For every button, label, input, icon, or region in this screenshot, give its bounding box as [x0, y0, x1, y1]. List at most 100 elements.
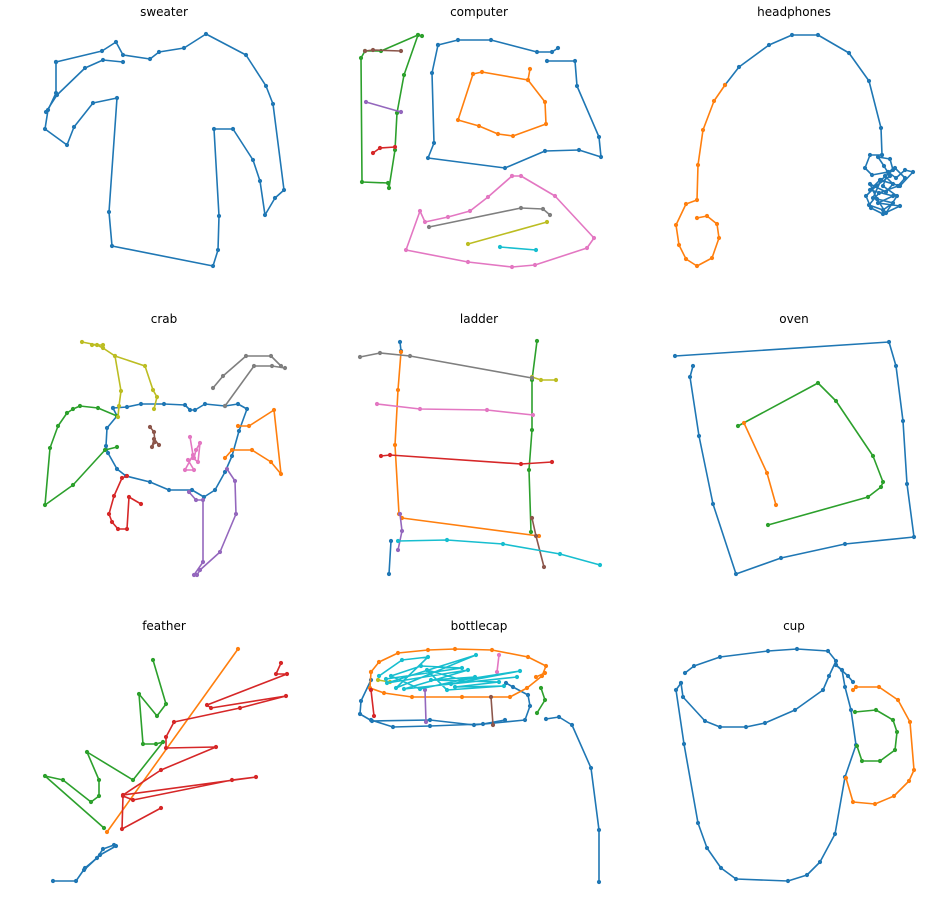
stroke-point	[886, 339, 892, 345]
stroke-point	[395, 547, 401, 553]
stroke-point	[407, 353, 413, 359]
stroke-point	[100, 342, 106, 348]
stroke-point	[465, 241, 471, 247]
stroke-point	[878, 177, 884, 183]
stroke-point	[882, 173, 888, 179]
stroke-point	[425, 647, 431, 653]
stroke-point	[193, 447, 199, 453]
stroke-line	[121, 662, 288, 830]
stroke-point	[680, 694, 686, 700]
stroke-point	[850, 687, 856, 693]
sketch-stroke	[435, 37, 561, 55]
stroke-point	[210, 385, 216, 391]
stroke-point	[233, 511, 239, 517]
stroke-point	[878, 484, 884, 490]
stroke-point	[283, 693, 289, 699]
stroke-point	[733, 571, 739, 577]
stroke-point	[794, 646, 800, 652]
stroke-line	[405, 175, 595, 268]
sketch-stroke	[182, 434, 203, 473]
stroke-point	[138, 401, 144, 407]
stroke-point	[517, 668, 523, 674]
stroke-point	[160, 739, 166, 745]
stroke-point	[722, 82, 728, 88]
stroke-point	[880, 207, 886, 213]
stroke-point	[815, 380, 821, 386]
stroke-point	[104, 829, 110, 835]
stroke-point	[853, 684, 859, 690]
stroke-point	[64, 142, 70, 148]
stroke-point	[229, 453, 235, 459]
stroke-point	[502, 165, 508, 171]
stroke-point	[895, 183, 901, 189]
stroke-point	[249, 447, 255, 453]
sketch-panel: oven	[644, 307, 936, 597]
stroke-point	[874, 196, 880, 202]
stroke-line	[531, 376, 557, 381]
sketch-stroke	[741, 420, 779, 508]
stroke-line	[835, 664, 854, 683]
stroke-point	[673, 687, 679, 693]
stroke-point	[166, 487, 172, 493]
stroke-point	[409, 694, 415, 700]
stroke-point	[455, 37, 461, 43]
stroke-point	[163, 745, 169, 751]
stroke-point	[848, 707, 854, 713]
stroke-point	[158, 805, 164, 811]
stroke-point	[455, 117, 461, 123]
stroke-point	[357, 354, 363, 360]
stroke-point	[543, 121, 549, 127]
stroke-point	[216, 213, 222, 219]
stroke-point	[112, 353, 118, 359]
stroke-point	[484, 407, 490, 413]
stroke-point	[497, 244, 503, 250]
sketch-stroke	[42, 403, 120, 508]
sketch-panel: bottlecap	[329, 614, 629, 904]
stroke-point	[374, 401, 380, 407]
sketch-canvas	[673, 32, 916, 269]
sketch-stroke	[534, 685, 548, 716]
stroke-point	[792, 707, 798, 713]
stroke-point	[272, 195, 278, 201]
stroke-point	[171, 719, 177, 725]
stroke-point	[467, 208, 473, 214]
stroke-point	[388, 538, 394, 544]
stroke-point	[397, 339, 403, 345]
stroke-point	[522, 717, 528, 723]
stroke-point	[534, 338, 540, 344]
sketch-stroke	[104, 646, 241, 835]
stroke-point	[473, 652, 479, 658]
stroke-point	[358, 698, 364, 704]
sketch-stroke	[378, 452, 555, 467]
stroke-point	[253, 774, 259, 780]
stroke-point	[163, 701, 169, 707]
stroke-point	[431, 140, 437, 146]
stroke-point	[872, 801, 878, 807]
stroke-point	[119, 826, 125, 832]
stroke-point	[60, 777, 66, 783]
stroke-point	[422, 219, 428, 225]
stroke-point	[156, 49, 162, 55]
stroke-point	[202, 401, 208, 407]
stroke-line	[528, 340, 538, 533]
stroke-point	[691, 663, 697, 669]
stroke-point	[472, 674, 478, 680]
stroke-point	[859, 758, 865, 764]
stroke-point	[358, 55, 364, 61]
stroke-point	[213, 744, 219, 750]
stroke-point	[82, 65, 88, 71]
stroke-point	[789, 32, 795, 38]
stroke-point	[596, 134, 602, 140]
sketch-panel: computer	[329, 0, 629, 290]
stroke-point	[572, 58, 578, 64]
stroke-point	[401, 686, 407, 692]
stroke-point	[195, 459, 201, 465]
stroke-point	[709, 255, 715, 261]
stroke-point	[833, 662, 839, 668]
stroke-point	[217, 549, 223, 555]
sketch-panel: ladder	[329, 307, 629, 597]
sketch-stroke	[543, 714, 602, 885]
stroke-point	[778, 555, 784, 561]
stroke-point	[101, 825, 107, 831]
stroke-line	[394, 351, 540, 537]
